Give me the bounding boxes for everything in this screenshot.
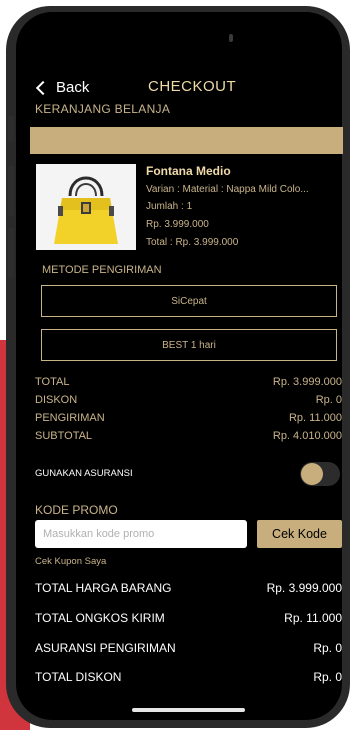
summary-value: Rp. 4.010.000 [272,430,342,442]
promo-code-input[interactable] [35,520,247,548]
check-code-button[interactable]: Cek Kode [257,520,342,548]
summary-row: TOTAL Rp. 3.999.000 [35,376,342,388]
summary-value: Rp. 0 [315,394,342,406]
summary-row: SUBTOTAL Rp. 4.010.000 [35,430,342,442]
check-coupon-link[interactable]: Cek Kupon Saya [35,556,106,567]
promo-section-title: KODE PROMO [35,503,118,517]
cart-section-title: KERANJANG BELANJA [35,102,171,116]
toggle-knob [301,463,323,485]
summary-row: PENGIRIMAN Rp. 11.000 [35,412,342,424]
chevron-left-icon [35,80,51,95]
phone-mute-switch [8,116,14,142]
totals-row: TOTAL ONGKOS KIRIM Rp. 11.000 [35,611,342,625]
back-button[interactable]: Back [35,79,89,96]
insurance-toggle[interactable] [300,462,340,486]
product-quantity: Jumlah : 1 [146,201,193,212]
shipping-service-select[interactable]: BEST 1 hari [41,329,337,361]
totals-label: TOTAL DISKON [35,670,122,684]
insurance-label: GUNAKAN ASURANSI [35,468,133,479]
summary-row: DISKON Rp. 0 [35,394,342,406]
summary-value: Rp. 3.999.000 [272,376,342,388]
shipping-section-title: METODE PENGIRIMAN [42,264,162,276]
phone-volume-up [8,166,14,216]
product-total: Total : Rp. 3.999.000 [146,237,239,248]
summary-label: SUBTOTAL [35,430,93,442]
back-label: Back [56,79,90,96]
totals-label: ASURANSI PENGIRIMAN [35,641,176,655]
summary-label: DISKON [35,394,78,406]
summary-label: PENGIRIMAN [35,412,105,424]
totals-label: TOTAL ONGKOS KIRIM [35,611,165,625]
totals-row: TOTAL HARGA BARANG Rp. 3.999.000 [35,581,342,595]
product-price: Rp. 3.999.000 [146,219,209,230]
totals-value: Rp. 3.999.000 [266,581,342,595]
totals-value: Rp. 0 [313,641,342,655]
product-variant: Varian : Material : Nappa Mild Colo... [146,184,309,195]
page-title: CHECKOUT [148,78,237,95]
totals-row: TOTAL DISKON Rp. 0 [35,670,342,684]
home-indicator[interactable] [132,708,245,712]
totals-row: ASURANSI PENGIRIMAN Rp. 0 [35,641,342,655]
cart-header-bar [30,127,343,154]
totals-value: Rp. 0 [313,670,342,684]
product-image [36,164,136,250]
summary-value: Rp. 11.000 [288,412,342,424]
totals-label: TOTAL HARGA BARANG [35,581,172,595]
camera-icon [229,34,233,42]
summary-label: TOTAL [35,376,70,388]
product-name: Fontana Medio [146,164,231,178]
totals-value: Rp. 11.000 [284,611,342,625]
shipping-courier-select[interactable]: SiCepat [41,285,337,317]
phone-volume-down [8,228,14,278]
